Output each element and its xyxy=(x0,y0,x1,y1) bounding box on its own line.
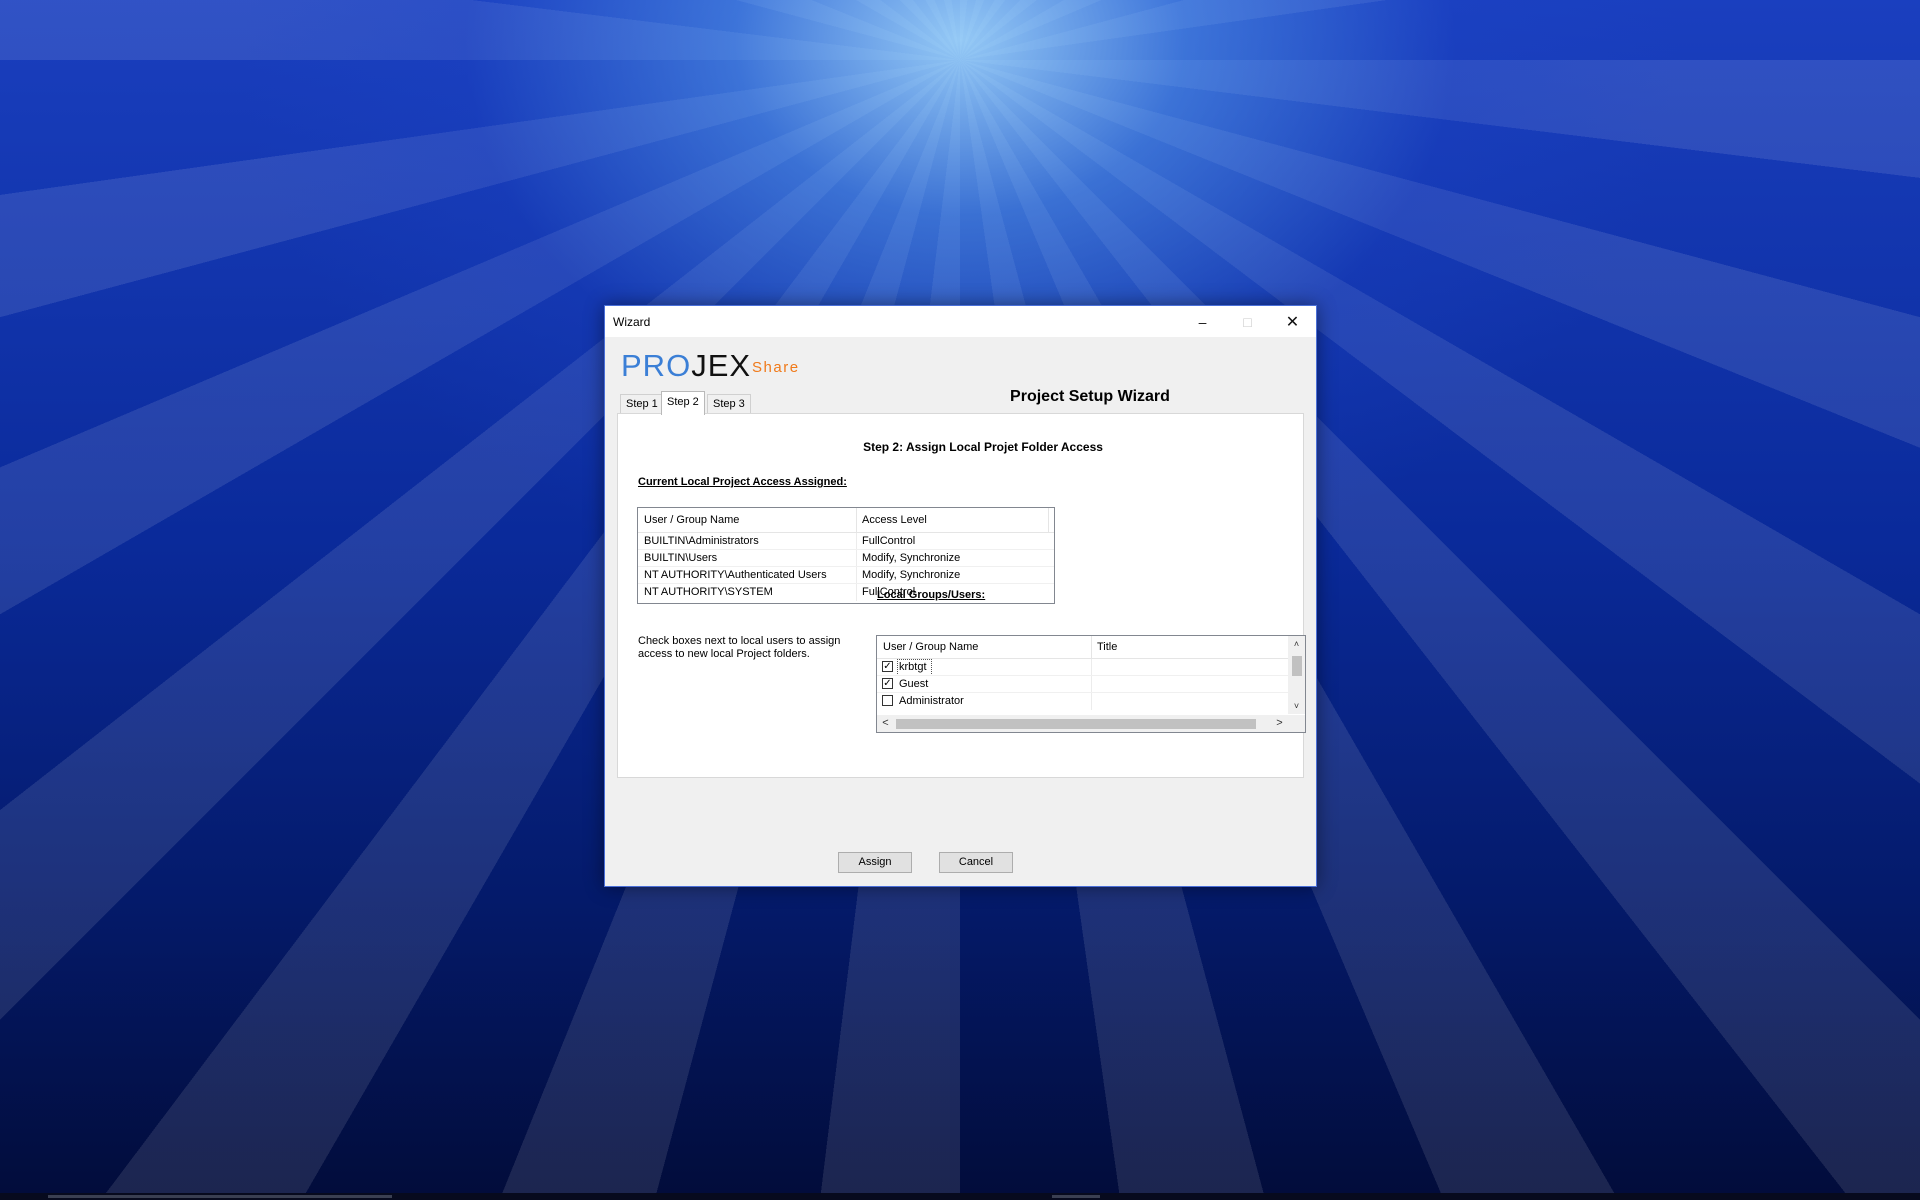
horizontal-scrollbar[interactable]: < > xyxy=(877,715,1288,732)
row-name: NT AUTHORITY\Authenticated Users xyxy=(644,569,827,581)
tab-step-3[interactable]: Step 3 xyxy=(707,394,751,414)
column-header-name[interactable]: User / Group Name xyxy=(883,641,978,653)
close-button[interactable]: ✕ xyxy=(1270,306,1315,337)
column-header-title[interactable]: Title xyxy=(1097,641,1117,653)
local-groups-list[interactable]: User / Group Name Title ✓ krbtgt ✓ Guest… xyxy=(876,635,1306,733)
vertical-scroll-thumb[interactable] xyxy=(1292,656,1302,676)
cell-divider xyxy=(1091,659,1092,676)
maximize-button[interactable]: □ xyxy=(1225,306,1270,337)
maximize-icon: □ xyxy=(1243,313,1252,330)
cell-divider xyxy=(856,533,857,550)
cell-divider xyxy=(856,567,857,584)
local-groups-label: Local Groups/Users: xyxy=(877,589,986,601)
scroll-down-icon[interactable]: ˅ xyxy=(1288,698,1305,714)
cell-divider xyxy=(1091,676,1092,693)
scroll-right-icon[interactable]: > xyxy=(1271,715,1288,732)
table-row[interactable]: NT AUTHORITY\SYSTEM FullControl xyxy=(638,584,1054,601)
window-title: Wizard xyxy=(613,315,651,329)
title-bar[interactable]: Wizard – □ ✕ xyxy=(605,306,1316,337)
assign-button[interactable]: Assign xyxy=(838,852,912,873)
list-header: User / Group Name Title xyxy=(877,636,1305,659)
row-access: Modify, Synchronize xyxy=(862,552,961,564)
cell-divider xyxy=(1091,693,1092,710)
scrollbar-corner xyxy=(1288,715,1305,732)
minimize-button[interactable]: – xyxy=(1180,306,1225,337)
row-name: krbtgt xyxy=(899,661,927,673)
row-name: NT AUTHORITY\SYSTEM xyxy=(644,586,773,598)
table-row[interactable]: ✓ krbtgt xyxy=(877,659,1305,676)
table-row[interactable]: ✓ Guest xyxy=(877,676,1305,693)
row-checkbox[interactable] xyxy=(882,695,893,706)
current-access-list[interactable]: User / Group Name Access Level BUILTIN\A… xyxy=(637,507,1055,604)
step-heading: Step 2: Assign Local Projet Folder Acces… xyxy=(863,440,1103,454)
wizard-window: Wizard – □ ✕ PROJEXShare Project Setup W… xyxy=(604,305,1317,887)
tab-panel-step-2: Step 2: Assign Local Projet Folder Acces… xyxy=(617,413,1306,778)
tab-step-1[interactable]: Step 1 xyxy=(620,394,664,414)
scroll-up-icon[interactable]: ˄ xyxy=(1288,636,1305,652)
cancel-button[interactable]: Cancel xyxy=(939,852,1013,873)
column-header-name[interactable]: User / Group Name xyxy=(644,514,739,526)
table-row[interactable]: BUILTIN\Users Modify, Synchronize xyxy=(638,550,1054,567)
cell-divider xyxy=(856,584,857,601)
scroll-left-icon[interactable]: < xyxy=(877,715,894,732)
logo-pro: PRO xyxy=(621,348,692,383)
row-name: Guest xyxy=(899,678,929,690)
table-row[interactable]: Administrator xyxy=(877,693,1305,710)
column-header-access[interactable]: Access Level xyxy=(862,514,927,526)
wizard-title: Project Setup Wizard xyxy=(1010,388,1170,405)
vertical-scrollbar[interactable]: ˄ ˅ xyxy=(1288,636,1305,714)
cell-divider xyxy=(856,550,857,567)
minimize-icon: – xyxy=(1198,313,1207,330)
row-name: BUILTIN\Users xyxy=(644,552,718,564)
row-name: BUILTIN\Administrators xyxy=(644,535,759,547)
logo-jex: JEX xyxy=(691,348,752,383)
current-access-label: Current Local Project Access Assigned: xyxy=(638,476,847,488)
column-separator[interactable] xyxy=(1048,508,1049,532)
projex-share-logo: PROJEXShare xyxy=(621,348,800,383)
taskbar-segment xyxy=(48,1195,392,1198)
row-access: Modify, Synchronize xyxy=(862,569,961,581)
check-icon: ✓ xyxy=(883,678,892,689)
logo-share: Share xyxy=(752,359,800,376)
row-checkbox[interactable]: ✓ xyxy=(882,678,893,689)
row-checkbox[interactable]: ✓ xyxy=(882,661,893,672)
column-separator[interactable] xyxy=(856,508,857,532)
table-row[interactable]: BUILTIN\Administrators FullControl xyxy=(638,533,1054,550)
taskbar-segment xyxy=(1052,1195,1100,1198)
column-separator[interactable] xyxy=(1091,636,1092,658)
check-icon: ✓ xyxy=(883,661,892,672)
instructions-text: Check boxes next to local users to assig… xyxy=(638,635,841,660)
table-row[interactable]: NT AUTHORITY\Authenticated Users Modify,… xyxy=(638,567,1054,584)
row-access: FullControl xyxy=(862,535,916,547)
taskbar-strip xyxy=(0,1193,1920,1200)
close-icon: ✕ xyxy=(1285,313,1300,331)
tab-step-2[interactable]: Step 2 xyxy=(661,391,705,415)
list-header: User / Group Name Access Level xyxy=(638,508,1054,533)
horizontal-scroll-thumb[interactable] xyxy=(896,719,1256,729)
row-name: Administrator xyxy=(899,695,964,707)
